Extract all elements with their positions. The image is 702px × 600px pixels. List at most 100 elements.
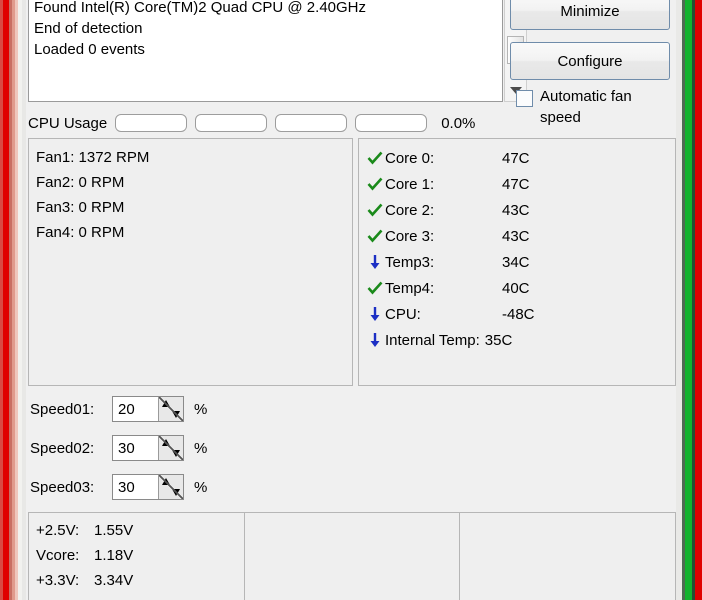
fans-list: Fan1: 1372 RPM Fan2: 0 RPM Fan3: 0 RPM F… bbox=[29, 139, 352, 245]
list-item: Temp4: 40C bbox=[364, 275, 675, 301]
temperature-value: 47C bbox=[502, 149, 530, 167]
log-output-panel[interactable]: Found Intel(R) Core(TM)2 Quad CPU @ 2.40… bbox=[28, 0, 503, 102]
list-item: Fan3: 0 RPM bbox=[36, 199, 125, 216]
list-item: Core 3: 43C bbox=[364, 223, 675, 249]
cpu-usage-label: CPU Usage bbox=[28, 114, 108, 132]
voltage-value: 1.18V bbox=[94, 547, 134, 564]
speed01-stepper-buttons[interactable] bbox=[158, 397, 183, 421]
speed03-stepper-buttons[interactable] bbox=[158, 475, 183, 499]
temperature-value: 34C bbox=[502, 253, 530, 271]
automatic-fan-speed-label: Automatic fan speed bbox=[540, 88, 632, 126]
cpu-usage-row: CPU Usage 0.0% bbox=[28, 111, 506, 135]
log-line: Loaded 0 events bbox=[34, 41, 145, 58]
speed01-label: Speed01: bbox=[30, 400, 95, 418]
log-line: Found Intel(R) Core(TM)2 Quad CPU @ 2.40… bbox=[34, 0, 366, 16]
speed03-row: Speed03: 30 % bbox=[30, 474, 207, 500]
temperature-label: Internal Temp: bbox=[385, 331, 480, 349]
green-check-icon bbox=[364, 177, 385, 191]
speed02-stepper[interactable]: 30 bbox=[112, 435, 184, 461]
cpu-usage-bars bbox=[115, 114, 428, 132]
list-item: +5V:5.05V bbox=[36, 593, 244, 600]
speed03-label: Speed03: bbox=[30, 478, 95, 496]
temperature-label: Core 0: bbox=[385, 149, 435, 167]
list-item: +2.5V: 1.55V bbox=[36, 518, 244, 543]
temperature-label: CPU: bbox=[385, 305, 421, 323]
speed03-unit: % bbox=[194, 478, 208, 496]
temperature-value: 43C bbox=[502, 227, 530, 245]
automatic-fan-speed-checkbox[interactable] bbox=[516, 90, 533, 107]
fans-panel: Fan1: 1372 RPM Fan2: 0 RPM Fan3: 0 RPM F… bbox=[28, 138, 353, 386]
list-item: Fan4: 0 RPM bbox=[36, 224, 125, 241]
list-item: Internal Temp: 35C bbox=[364, 327, 675, 353]
voltages-column-1: +2.5V: 1.55V Vcore: 1.18V +3.3V: 3.34V +5V:… bbox=[29, 513, 244, 600]
green-check-icon bbox=[364, 281, 385, 295]
speed01-input[interactable]: 20 bbox=[113, 397, 158, 421]
speed02-stepper-buttons[interactable] bbox=[158, 436, 183, 460]
speed01-unit: % bbox=[194, 400, 208, 418]
list-item: Vcore: 1.18V bbox=[36, 543, 244, 568]
temperature-value: 47C bbox=[502, 175, 530, 193]
list-item: Core 2: 43C bbox=[364, 197, 675, 223]
speed01-stepper[interactable]: 20 bbox=[112, 396, 184, 422]
speed02-input[interactable]: 30 bbox=[113, 436, 158, 460]
configure-button[interactable]: Configure bbox=[510, 42, 670, 80]
blue-arrow-down-icon bbox=[364, 332, 385, 348]
voltage-value: 3.34V bbox=[94, 572, 134, 589]
green-check-icon bbox=[364, 229, 385, 243]
log-line: End of detection bbox=[34, 20, 143, 37]
temperature-value: 43C bbox=[502, 201, 530, 219]
speed02-label: Speed02: bbox=[30, 439, 95, 457]
desktop-right-edge-strip bbox=[676, 0, 702, 600]
cpu-usage-percent: 0.0% bbox=[441, 114, 476, 132]
cpu-usage-bar bbox=[275, 114, 348, 132]
cpu-usage-bar bbox=[355, 114, 428, 132]
list-item: Temp3: 34C bbox=[364, 249, 675, 275]
stepper-down-icon[interactable] bbox=[172, 411, 180, 418]
temperature-label: Core 2: bbox=[385, 201, 435, 219]
speed02-unit: % bbox=[194, 439, 208, 457]
desktop-left-edge-strip bbox=[0, 0, 26, 600]
temperature-label: Temp3: bbox=[385, 253, 435, 271]
voltage-label: +2.5V: bbox=[36, 522, 80, 539]
cpu-usage-bar bbox=[115, 114, 188, 132]
automatic-fan-speed-checkbox-row[interactable]: Automatic fan speed bbox=[516, 86, 676, 128]
green-check-icon bbox=[364, 151, 385, 165]
temperatures-list: Core 0: 47C Core 1: 47C Core 2: 43C Core… bbox=[359, 139, 675, 353]
log-lines: Found Intel(R) Core(TM)2 Quad CPU @ 2.40… bbox=[29, 0, 502, 60]
speed03-stepper[interactable]: 30 bbox=[112, 474, 184, 500]
temperature-label: Core 3: bbox=[385, 227, 435, 245]
blue-arrow-down-icon bbox=[364, 306, 385, 322]
green-check-icon bbox=[364, 203, 385, 217]
list-item: Fan1: 1372 RPM bbox=[36, 149, 150, 166]
minimize-button[interactable]: Minimize bbox=[510, 0, 670, 30]
stepper-up-icon[interactable] bbox=[162, 478, 170, 485]
speed02-row: Speed02: 30 % bbox=[30, 435, 207, 461]
voltages-column-2 bbox=[243, 513, 460, 600]
blue-arrow-down-icon bbox=[364, 254, 385, 270]
stepper-down-icon[interactable] bbox=[172, 489, 180, 496]
cpu-usage-bar bbox=[195, 114, 268, 132]
stepper-up-icon[interactable] bbox=[162, 439, 170, 446]
stepper-up-icon[interactable] bbox=[162, 400, 170, 407]
voltages-column-3 bbox=[459, 513, 675, 600]
screen: Found Intel(R) Core(TM)2 Quad CPU @ 2.40… bbox=[0, 0, 702, 600]
speed03-input[interactable]: 30 bbox=[113, 475, 158, 499]
temperature-label: Core 1: bbox=[385, 175, 435, 193]
temperature-value: 35C bbox=[484, 331, 513, 349]
temperature-label: Temp4: bbox=[385, 279, 435, 297]
list-item: Core 1: 47C bbox=[364, 171, 675, 197]
speed01-row: Speed01: 20 % bbox=[30, 396, 207, 422]
voltage-label: Vcore: bbox=[36, 547, 80, 564]
temperatures-panel: Core 0: 47C Core 1: 47C Core 2: 43C Core… bbox=[358, 138, 676, 386]
temperature-value: 40C bbox=[502, 279, 530, 297]
voltages-panel: +2.5V: 1.55V Vcore: 1.18V +3.3V: 3.34V +5V:… bbox=[28, 512, 676, 600]
list-item: Fan2: 0 RPM bbox=[36, 174, 125, 191]
list-item: CPU: -48C bbox=[364, 301, 675, 327]
voltage-label: +3.3V: bbox=[36, 572, 80, 589]
speedfan-window: Found Intel(R) Core(TM)2 Quad CPU @ 2.40… bbox=[26, 0, 676, 600]
stepper-down-icon[interactable] bbox=[172, 450, 180, 457]
voltage-value: 1.55V bbox=[94, 522, 134, 539]
temperature-value: -48C bbox=[502, 305, 535, 323]
list-item: Core 0: 47C bbox=[364, 145, 675, 171]
voltage-label: +5V: bbox=[36, 593, 94, 600]
